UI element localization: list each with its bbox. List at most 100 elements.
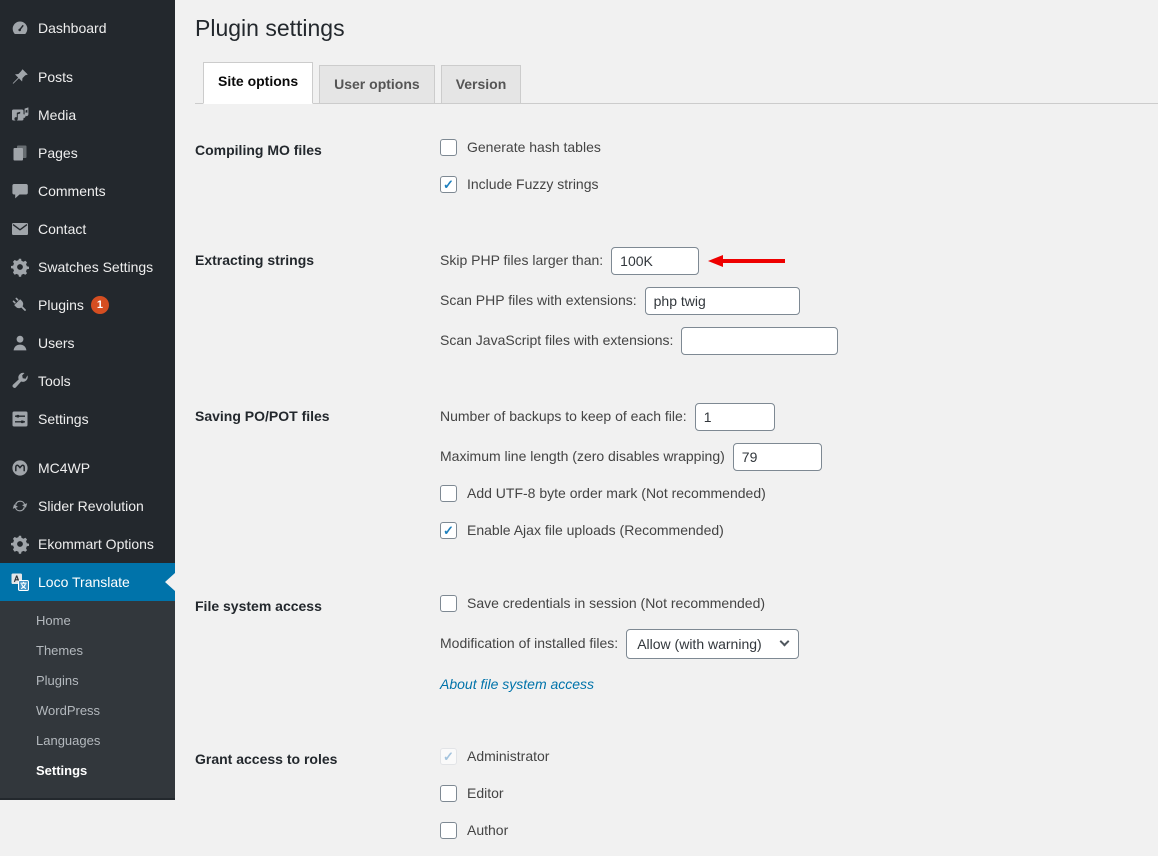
tab-user-options[interactable]: User options (319, 65, 435, 103)
translate-icon (10, 572, 30, 592)
sidebar-item-tools[interactable]: Tools (0, 362, 175, 400)
update-count-badge: 1 (91, 296, 109, 314)
settings-section-compiling-mo-files: Compiling MO files Generate hash tables ✓ I… (195, 136, 1158, 210)
form-row: ✓ Include Fuzzy strings (440, 173, 1158, 197)
field-label: Modification of installed files: (440, 634, 618, 654)
loco-translate-submenu: HomeThemesPluginsWordPressLanguagesSetti… (0, 601, 175, 798)
sidebar-item-label: Users (38, 335, 75, 351)
select-value: Allow (with warning) (637, 636, 761, 652)
add-utf-8-byte-order-mark-not-recommended-checkbox[interactable] (440, 485, 457, 502)
sliders-icon (10, 409, 30, 429)
envelope-icon (10, 219, 30, 239)
administrator-checkbox: ✓ (440, 748, 457, 765)
scan-php-files-with-extensions-input[interactable] (645, 287, 800, 315)
wrench-icon (10, 371, 30, 391)
sidebar-item-pages[interactable]: Pages (0, 134, 175, 172)
sidebar-item-ekommart-options[interactable]: Ekommart Options (0, 525, 175, 563)
author-checkbox[interactable] (440, 822, 457, 839)
refresh-icon (10, 496, 30, 516)
checkbox-label: Save credentials in session (Not recomme… (467, 594, 765, 614)
section-label: Compiling MO files (195, 136, 440, 210)
nav-tabs: Site optionsUser optionsVersion (195, 62, 1158, 104)
tab-version[interactable]: Version (441, 65, 522, 103)
field-label: Maximum line length (zero disables wrapp… (440, 447, 725, 467)
form-row: Maximum line length (zero disables wrapp… (440, 442, 1158, 472)
menu-separator (0, 47, 175, 58)
sidebar-item-comments[interactable]: Comments (0, 172, 175, 210)
submenu-item-themes[interactable]: Themes (0, 636, 175, 666)
main-content: Plugin settings Site optionsUser options… (175, 0, 1158, 856)
checkbox-label: Editor (467, 784, 504, 804)
form-row: Editor (440, 782, 1158, 806)
user-icon (10, 333, 30, 353)
enable-ajax-file-uploads-recommended-checkbox[interactable]: ✓ (440, 522, 457, 539)
sidebar-item-label: MC4WP (38, 460, 90, 476)
sidebar-item-swatches-settings[interactable]: Swatches Settings (0, 248, 175, 286)
form-row: ✓ Enable Ajax file uploads (Recommended) (440, 519, 1158, 543)
comment-icon (10, 181, 30, 201)
section-fields: Generate hash tables ✓ Include Fuzzy strin… (440, 136, 1158, 210)
tab-site-options[interactable]: Site options (203, 62, 313, 104)
sidebar-item-plugins[interactable]: Plugins1 (0, 286, 175, 324)
skip-php-files-larger-than-input[interactable] (611, 247, 699, 275)
sidebar-item-label: Ekommart Options (38, 536, 154, 552)
sidebar-item-label: Tools (38, 373, 71, 389)
settings-section-grant-access-to-roles: Grant access to roles✓AdministratorEdito… (195, 745, 1158, 856)
sidebar-item-contact[interactable]: Contact (0, 210, 175, 248)
sidebar-item-loco-translate[interactable]: Loco Translate (0, 563, 175, 601)
section-label: Saving PO/POT files (195, 402, 440, 556)
field-label: Scan PHP files with extensions: (440, 291, 637, 311)
checkbox-label: Author (467, 821, 508, 841)
red-arrow-head (708, 255, 723, 267)
form-row: About file system access (440, 669, 1158, 699)
checkbox-label: Include Fuzzy strings (467, 175, 599, 195)
form-row: ✓Administrator (440, 745, 1158, 769)
submenu-item-wordpress[interactable]: WordPress (0, 696, 175, 726)
form-row: Skip PHP files larger than: (440, 246, 1158, 276)
form-row: Number of backups to keep of each file: (440, 402, 1158, 432)
sidebar-item-media[interactable]: Media (0, 96, 175, 134)
checkbox-label: Generate hash tables (467, 138, 601, 158)
settings-section-file-system-access: File system access Save credentials in se… (195, 592, 1158, 709)
form-row: Generate hash tables (440, 136, 1158, 160)
field-label: Skip PHP files larger than: (440, 251, 603, 271)
generate-hash-tables-checkbox[interactable] (440, 139, 457, 156)
plugin-icon (10, 295, 30, 315)
scan-javascript-files-with-extensions-input[interactable] (681, 327, 838, 355)
sidebar-item-mc4wp[interactable]: MC4WP (0, 449, 175, 487)
dashboard-icon (10, 18, 30, 38)
sidebar-menu: Dashboard Posts MediaPages Comments Contact S… (0, 0, 175, 601)
form-row: Modification of installed files: Allow (w… (440, 629, 1158, 659)
settings-form: Compiling MO files Generate hash tables ✓ I… (195, 104, 1158, 856)
sidebar-item-users[interactable]: Users (0, 324, 175, 362)
red-arrow-tail (723, 259, 785, 263)
submenu-item-plugins[interactable]: Plugins (0, 666, 175, 696)
settings-section-saving-po-pot-files: Saving PO/POT filesNumber of backups to … (195, 402, 1158, 556)
sidebar-item-label: Contact (38, 221, 86, 237)
sidebar-item-label: Loco Translate (38, 574, 130, 590)
sidebar-item-label: Settings (38, 411, 89, 427)
form-row: Save credentials in session (Not recomme… (440, 592, 1158, 616)
submenu-item-settings[interactable]: Settings (0, 756, 175, 786)
sidebar-item-slider-revolution[interactable]: Slider Revolution (0, 487, 175, 525)
maximum-line-length-zero-disables-wrapping-input[interactable] (733, 443, 822, 471)
section-label: File system access (195, 592, 440, 709)
submenu-item-home[interactable]: Home (0, 606, 175, 636)
sidebar-item-label: Slider Revolution (38, 498, 144, 514)
submenu-item-languages[interactable]: Languages (0, 726, 175, 756)
number-of-backups-to-keep-of-each-file-input[interactable] (695, 403, 775, 431)
sidebar-item-dashboard[interactable]: Dashboard (0, 9, 175, 47)
sidebar-item-label: Comments (38, 183, 106, 199)
sidebar-item-label: Posts (38, 69, 73, 85)
sidebar-item-label: Swatches Settings (38, 259, 153, 275)
include-fuzzy-strings-checkbox[interactable]: ✓ (440, 176, 457, 193)
modification-of-installed-files-select[interactable]: Allow (with warning) (626, 629, 799, 659)
about-file-system-access-link[interactable]: About file system access (440, 676, 594, 692)
sidebar-item-settings[interactable]: Settings (0, 400, 175, 438)
form-row: Add UTF-8 byte order mark (Not recommend… (440, 482, 1158, 506)
checkbox-label: Enable Ajax file uploads (Recommended) (467, 521, 724, 541)
settings-section-extracting-strings: Extracting stringsSkip PHP files larger … (195, 246, 1158, 366)
save-credentials-in-session-not-recommended-checkbox[interactable] (440, 595, 457, 612)
sidebar-item-posts[interactable]: Posts (0, 58, 175, 96)
mc4wp-icon (10, 458, 30, 478)
